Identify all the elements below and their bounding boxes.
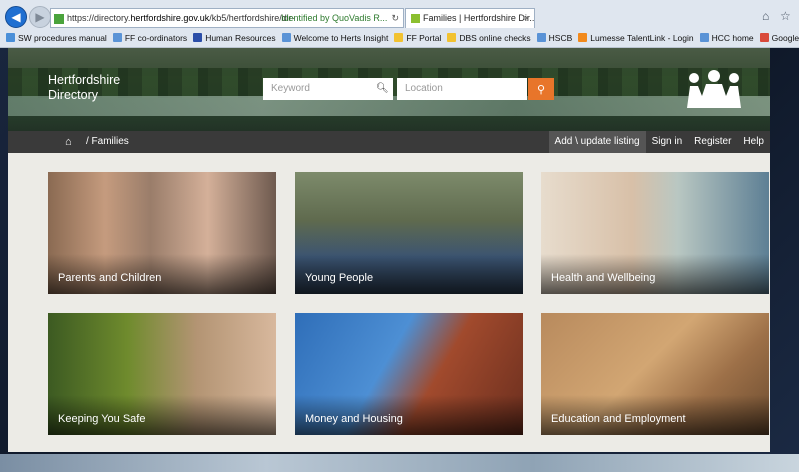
category-card-health-wellbeing[interactable]: Health and Wellbeing	[541, 172, 769, 294]
favorite-label: DBS online checks	[459, 33, 531, 43]
tab-favicon	[411, 14, 420, 24]
category-card-parents-children[interactable]: Parents and Children	[48, 172, 276, 294]
favorite-label: HCC home	[711, 33, 754, 43]
favorites-star-icon[interactable]: ☆	[780, 9, 791, 23]
card-label: Keeping You Safe	[58, 413, 146, 425]
page: Hertfordshire Directory Keyword 🔍︎ Locat…	[8, 48, 770, 452]
favorite-link[interactable]: FF co-ordinators	[112, 30, 188, 47]
browser-tab[interactable]: Families | Hertfordshire Dir... ×	[405, 8, 535, 28]
favorite-label: Welcome to Herts Insight	[293, 33, 389, 43]
favorite-link[interactable]: FF Portal	[394, 30, 441, 47]
card-label: Parents and Children	[58, 272, 162, 284]
favorite-icon	[112, 33, 122, 42]
category-card-young-people[interactable]: Young People	[295, 172, 523, 294]
favorite-icon	[759, 33, 769, 42]
nav-bar: ⌂ / Families Add \ update listing Sign i…	[8, 131, 770, 153]
browser-chrome: ◀ ▶ https://directory.hertfordshire.gov.…	[0, 0, 799, 48]
header-banner: Hertfordshire Directory Keyword 🔍︎ Locat…	[8, 48, 770, 131]
register-link[interactable]: Register	[688, 131, 737, 153]
favorite-icon	[536, 33, 546, 42]
add-listing-link[interactable]: Add \ update listing	[548, 131, 646, 153]
brand-line-1: Hertfordshire	[48, 73, 121, 87]
favorite-label: Google	[771, 33, 799, 43]
favorite-label: Human Resources	[205, 33, 276, 43]
address-bar[interactable]: https://directory.hertfordshire.gov.uk/k…	[50, 8, 404, 28]
favorite-label: HSCB	[548, 33, 573, 43]
favorite-link[interactable]: HCC home	[699, 30, 754, 47]
account-links: Add \ update listing Sign in Register He…	[548, 131, 770, 153]
favorite-icon	[193, 33, 203, 42]
security-identity[interactable]: Identified by QuoVadis R...	[281, 9, 387, 27]
keyword-input[interactable]: Keyword	[263, 78, 393, 100]
favorite-label: SW procedures manual	[18, 33, 107, 43]
page-footer-background	[0, 454, 799, 472]
card-label: Money and Housing	[305, 413, 403, 425]
url-host: hertfordshire.gov.uk	[130, 13, 210, 23]
favorite-icon	[6, 33, 15, 42]
forward-button[interactable]: ▶	[29, 6, 51, 28]
card-label: Health and Wellbeing	[551, 272, 656, 284]
location-input[interactable]: Location	[397, 78, 527, 100]
site-brand[interactable]: Hertfordshire Directory	[48, 73, 120, 103]
favorite-icon	[578, 33, 588, 42]
breadcrumb[interactable]: / Families	[86, 131, 129, 153]
favorite-link[interactable]: Google	[759, 30, 799, 47]
favorite-icon	[394, 33, 404, 42]
url-prefix: https://directory.	[67, 13, 131, 23]
close-tab-icon[interactable]: ×	[524, 9, 529, 28]
search-button[interactable]: ⚲	[528, 78, 554, 100]
favorite-label: FF Portal	[406, 33, 442, 43]
screen: ◀ ▶ https://directory.hertfordshire.gov.…	[0, 0, 799, 472]
favorite-link[interactable]: Human Resources	[193, 30, 276, 47]
help-link[interactable]: Help	[737, 131, 770, 153]
site-icon	[54, 13, 64, 24]
home-icon[interactable]: ⌂	[762, 9, 769, 23]
back-button[interactable]: ◀	[5, 6, 27, 28]
tab-title: Families | Hertfordshire Dir...	[423, 13, 535, 23]
category-card-money-housing[interactable]: Money and Housing	[295, 313, 523, 435]
category-card-keeping-safe[interactable]: Keeping You Safe	[48, 313, 276, 435]
favorite-link[interactable]: SW procedures manual	[6, 30, 107, 47]
favorite-link[interactable]: Welcome to Herts Insight	[281, 30, 389, 47]
search-icon[interactable]: 🔍︎	[376, 83, 389, 94]
card-label: Young People	[305, 272, 374, 284]
card-label: Education and Employment	[551, 413, 686, 425]
favorite-link[interactable]: Lumesse TalentLink - Login	[578, 30, 694, 47]
sign-in-link[interactable]: Sign in	[646, 131, 689, 153]
family-logo-icon	[687, 70, 741, 108]
favorite-link[interactable]: HSCB	[536, 30, 573, 47]
refresh-icon[interactable]: ↻	[391, 9, 399, 27]
category-card-education-employment[interactable]: Education and Employment	[541, 313, 769, 435]
favorite-icon	[447, 33, 457, 42]
favorites-bar: SW procedures manual FF co-ordinators Huma…	[0, 30, 799, 47]
favorite-label: Lumesse TalentLink - Login	[590, 33, 694, 43]
home-icon[interactable]: ⌂	[65, 131, 72, 153]
search-button-icon: ⚲	[536, 83, 546, 96]
favorite-link[interactable]: DBS online checks	[447, 30, 531, 47]
favorite-icon	[281, 33, 291, 42]
favorite-icon	[699, 33, 709, 42]
brand-line-2: Directory	[48, 88, 99, 102]
favorite-label: FF co-ordinators	[124, 33, 188, 43]
